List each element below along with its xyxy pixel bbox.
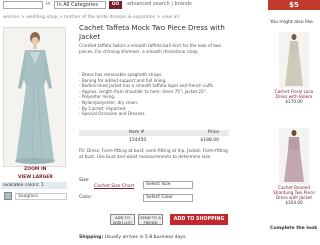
dress-thumbnail [284, 130, 304, 182]
item-number-header: Item # [129, 130, 145, 135]
sidebar-header: You might also like [270, 20, 313, 25]
sidebar-item[interactable]: Cachet Beaded Shantung Two Piece Dress w… [270, 128, 318, 205]
sidebar-item-image[interactable] [279, 128, 309, 184]
shipping-text: Usually arrives in 5-8 business days. [104, 235, 187, 240]
size-select[interactable]: Select Size [143, 181, 193, 189]
advanced-search-link[interactable]: advanced search | brands [127, 1, 192, 7]
price-header: Price [208, 130, 219, 135]
zoom-in-link[interactable]: ZOOM IN [24, 167, 46, 172]
product-title: Cachet Taffeta Mock Two Piece Dress with… [79, 24, 225, 41]
bullet-item: - Bodice-lined jacket has a smooth taffe… [79, 83, 215, 89]
in-label: in [46, 1, 51, 7]
color-select[interactable]: Select Color [143, 194, 193, 202]
bullet-item: - Special Occasion and Dresses. [79, 111, 146, 117]
price: $188.00 [200, 138, 219, 143]
size-chart-link[interactable]: Cachet Size Chart [94, 184, 134, 189]
item-table-row: 154450 $188.00 [79, 138, 229, 144]
product-description: Crinkled taffeta tailors a smooth taffet… [79, 43, 221, 54]
sidebar-item-price: $104.00 [285, 200, 303, 205]
color-label: Color: [79, 195, 93, 200]
shipping-banner[interactable]: $5 SHIPPING... [268, 0, 320, 19]
color-swatch[interactable] [4, 192, 12, 200]
go-button[interactable]: GO [109, 1, 122, 9]
sidebar-item-price: $170.00 [285, 99, 303, 104]
breadcrumb[interactable]: women > wedding shop > mother of the bri… [3, 15, 179, 20]
swatch-name[interactable]: Seaglass [15, 193, 67, 200]
shipping-note: Shipping: Usually arrives in 5-8 busines… [79, 235, 187, 240]
dress-thumbnail [285, 34, 303, 86]
category-select[interactable]: In All Categories [54, 1, 106, 9]
size-label: Size: [79, 178, 90, 183]
available-colors-label: available colors: 1 [1, 182, 67, 189]
shipping-label: Shipping: [79, 235, 104, 240]
item-number: 154450 [129, 138, 147, 143]
item-table-header: Item # Price [79, 130, 229, 136]
sidebar-item-image[interactable] [279, 32, 309, 88]
add-to-wish-list-button[interactable]: ADD TO WISH LIST [110, 214, 135, 225]
sidebar-item-label[interactable]: Cachet Beaded Shantung Two Piece Dress w… [270, 185, 318, 200]
product-bullets: - Dress has removable spaghetti straps. … [79, 72, 229, 117]
product-main-image[interactable] [3, 27, 66, 167]
dress-image [4, 28, 65, 166]
add-to-bag-button[interactable]: ADD TO SHOPPING BAG [170, 214, 228, 233]
view-larger-link[interactable]: VIEW LARGER [18, 175, 53, 180]
send-to-friend-button[interactable]: SEND TO A FRIEND [138, 214, 163, 225]
complete-the-look-heading: Complete the look [270, 226, 318, 231]
fit-note: Fit: Dress: Form-fitting at bust; semi-f… [79, 149, 228, 160]
sidebar-item[interactable]: Cachet Floral Lace Dress with Bolero $17… [270, 32, 318, 104]
search-input[interactable] [3, 1, 43, 9]
top-bar: in In All Categories GO advanced search … [0, 0, 320, 19]
sidebar-item-label[interactable]: Cachet Floral Lace Dress with Bolero [270, 89, 318, 99]
